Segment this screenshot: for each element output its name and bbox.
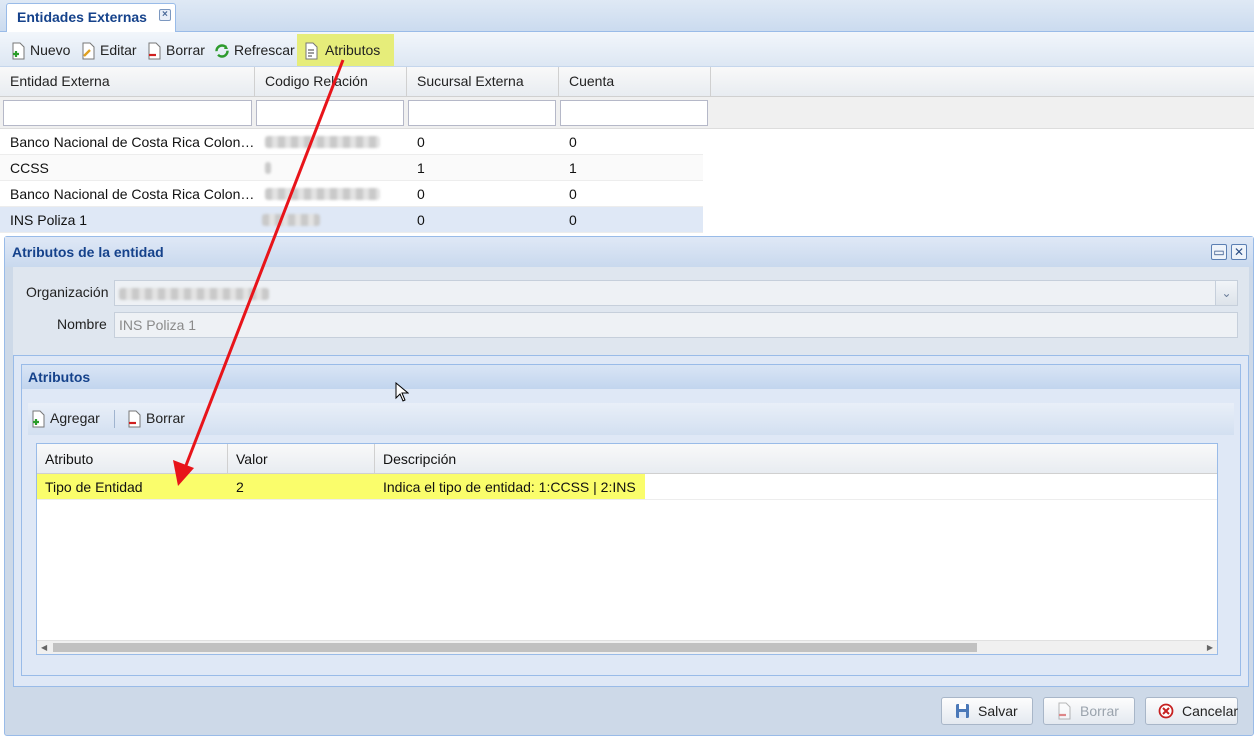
agregar-button[interactable]: Agregar (28, 405, 100, 431)
grid-header: Entidad Externa Codigo Relación Sucursal… (0, 67, 1254, 97)
column-sucursal-externa[interactable]: Sucursal Externa (407, 67, 559, 97)
nombre-label: Nombre (57, 316, 107, 332)
agregar-label: Agregar (50, 410, 100, 426)
nuevo-button[interactable]: Nuevo (8, 37, 70, 63)
filter-entidad-input[interactable] (3, 100, 252, 126)
table-row[interactable]: Tipo de Entidad 2 Indica el tipo de enti… (37, 474, 1217, 500)
table-row[interactable]: Banco Nacional de Costa Rica Colon… 0 0 (0, 129, 703, 155)
delete-document-icon (148, 42, 161, 60)
scroll-right-icon[interactable]: ▶ (1207, 641, 1213, 655)
table-row[interactable]: Banco Nacional de Costa Rica Colon… 0 0 (0, 181, 703, 207)
redacted-codigo (265, 162, 271, 174)
cell-entidad: Banco Nacional de Costa Rica Colon… (10, 134, 255, 150)
redacted-organizacion (119, 288, 269, 300)
organizacion-label: Organización (26, 284, 109, 300)
chevron-down-icon[interactable]: ⌄ (1215, 281, 1237, 305)
column-atributo[interactable]: Atributo (37, 444, 228, 474)
cell-entidad: INS Poliza 1 (10, 212, 88, 228)
cell-descripcion: Indica el tipo de entidad: 1:CCSS | 2:IN… (383, 479, 636, 495)
borrar-window-label: Borrar (1080, 703, 1119, 719)
redacted-codigo (265, 136, 380, 148)
delete-document-icon (1058, 702, 1071, 720)
tab-entidades-externas[interactable]: Entidades Externas × (6, 3, 176, 32)
cell-entidad: CCSS (10, 160, 49, 176)
column-cuenta[interactable]: Cuenta (559, 67, 711, 97)
filter-cuenta-input[interactable] (560, 100, 708, 126)
window-title-text: Atributos de la entidad (12, 244, 164, 260)
mouse-cursor-icon (395, 382, 409, 402)
form-area: Organización ⌄ Nombre INS Poliza 1 (13, 267, 1249, 357)
refrescar-button[interactable]: Refrescar (212, 37, 295, 63)
cancelar-label: Cancelar (1182, 703, 1239, 719)
close-icon[interactable]: ✕ (1231, 244, 1247, 260)
edit-document-icon (82, 42, 95, 60)
column-entidad-externa[interactable]: Entidad Externa (0, 67, 255, 97)
atributos-grid-header: Atributo Valor Descripción (37, 444, 1217, 474)
save-icon (956, 704, 969, 718)
cell-sucursal: 1 (417, 160, 425, 176)
atributos-window: Atributos de la entidad ▭ ✕ Organización… (4, 236, 1254, 736)
atributos-grid: Atributo Valor Descripción Tipo de Entid… (36, 443, 1218, 655)
atributos-label: Atributos (325, 42, 381, 58)
salvar-label: Salvar (978, 703, 1018, 719)
table-row[interactable]: CCSS 1 1 (0, 155, 703, 181)
cell-cuenta: 0 (569, 186, 577, 202)
salvar-button[interactable]: Salvar (941, 697, 1033, 725)
column-descripcion[interactable]: Descripción (375, 444, 1219, 474)
column-valor[interactable]: Valor (228, 444, 375, 474)
cell-sucursal: 0 (417, 212, 425, 228)
organizacion-combo[interactable]: ⌄ (114, 280, 1238, 306)
scroll-left-icon[interactable]: ◀ (41, 641, 47, 655)
column-codigo-relacion[interactable]: Codigo Relación (255, 67, 407, 97)
cell-cuenta: 0 (569, 134, 577, 150)
filter-row (0, 97, 1254, 129)
filter-sucursal-input[interactable] (408, 100, 556, 126)
atributos-panel: Atributos Agregar Borrar Atributo Valor … (13, 355, 1249, 687)
cell-cuenta: 1 (569, 160, 577, 176)
table-row-selected[interactable]: INS Poliza 1 0 0 (0, 207, 703, 233)
editar-label: Editar (100, 42, 137, 58)
tab-bar: Entidades Externas × (0, 0, 1254, 32)
maximize-icon[interactable]: ▭ (1211, 244, 1227, 260)
atributos-fieldset: Atributos Agregar Borrar Atributo Valor … (21, 364, 1241, 676)
add-document-icon (12, 42, 25, 60)
atributos-button[interactable]: Atributos (297, 34, 395, 66)
nuevo-label: Nuevo (30, 42, 71, 58)
close-icon[interactable]: × (158, 9, 171, 21)
refrescar-label: Refrescar (234, 42, 295, 58)
editar-button[interactable]: Editar (78, 37, 137, 63)
cell-valor: 2 (236, 479, 244, 495)
cell-atributo: Tipo de Entidad (45, 479, 143, 495)
cell-sucursal: 0 (417, 186, 425, 202)
borrar-atributo-label: Borrar (146, 410, 185, 426)
borrar-window-button[interactable]: Borrar (1043, 697, 1135, 725)
redacted-codigo (262, 214, 320, 226)
cell-entidad: Banco Nacional de Costa Rica Colon… (10, 186, 255, 202)
scrollbar-thumb[interactable] (53, 643, 977, 652)
cancel-icon (1158, 703, 1174, 719)
atributos-toolbar: Agregar Borrar (28, 403, 1234, 435)
main-toolbar: Nuevo Editar Borrar Refrescar Atributos (0, 32, 1254, 67)
add-document-icon (32, 410, 45, 428)
nombre-field[interactable]: INS Poliza 1 (114, 312, 1238, 338)
cell-cuenta: 0 (569, 212, 577, 228)
filter-codigo-input[interactable] (256, 100, 404, 126)
attributes-document-icon (305, 42, 318, 60)
delete-document-icon (128, 410, 141, 428)
refresh-icon (215, 44, 229, 58)
atributos-title: Atributos (22, 365, 1240, 389)
borrar-button[interactable]: Borrar (144, 37, 205, 63)
window-title: Atributos de la entidad ▭ ✕ (5, 237, 1253, 267)
separator (114, 410, 115, 428)
horizontal-scrollbar[interactable]: ◀ ▶ (37, 640, 1217, 654)
borrar-atributo-button[interactable]: Borrar (124, 405, 185, 431)
redacted-codigo (265, 188, 380, 200)
tab-title: Entidades Externas (17, 9, 147, 25)
cancelar-button[interactable]: Cancelar (1145, 697, 1238, 725)
cell-sucursal: 0 (417, 134, 425, 150)
borrar-label: Borrar (166, 42, 205, 58)
